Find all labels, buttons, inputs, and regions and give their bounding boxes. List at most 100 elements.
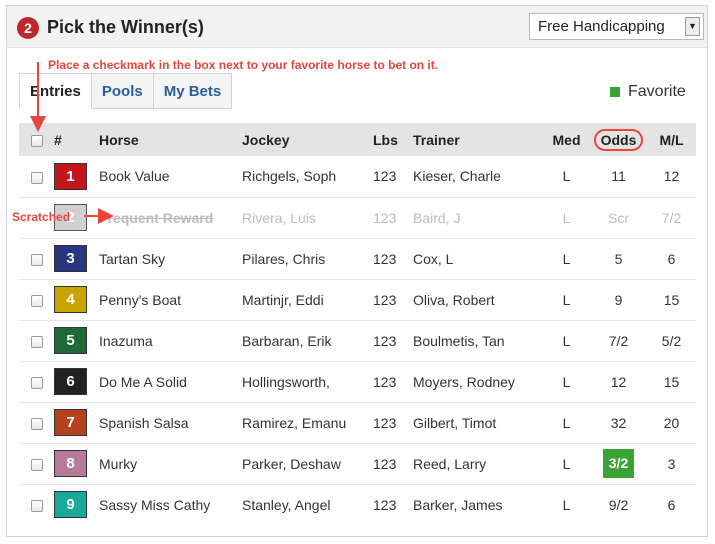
odds-cell: 9/2 (590, 484, 647, 525)
select-all-checkbox[interactable] (30, 134, 43, 147)
med-value: L (543, 156, 590, 198)
select-cell (19, 320, 54, 362)
post-position-badge: 7 (54, 409, 87, 436)
horse-name: Spanish Salsa (99, 402, 242, 444)
handicapping-dropdown[interactable]: Free Handicapping ▼ (529, 13, 704, 40)
odds-cell: 32 (590, 402, 647, 444)
tab-entries[interactable]: Entries (19, 73, 92, 109)
favorite-legend-label: Favorite (628, 83, 686, 100)
post-position-badge: 1 (54, 162, 87, 190)
post-position-badge: 4 (54, 286, 87, 313)
odds-value: 12 (610, 373, 627, 390)
select-cell (19, 156, 54, 198)
column-odds: Odds (593, 128, 644, 151)
odds-value: 9 (614, 291, 623, 308)
table-row: 7 Spanish Salsa Ramirez, Emanu 123 Gilbert, … (19, 402, 696, 444)
dropdown-arrow-icon[interactable]: ▼ (685, 17, 700, 36)
select-cell (19, 238, 54, 280)
odds-cell: 12 (590, 361, 647, 403)
odds-cell: 7/2 (590, 320, 647, 362)
horse-name: Book Value (99, 156, 242, 198)
select-horse-checkbox[interactable] (30, 458, 43, 471)
tab-bar: Entries Pools My Bets (19, 73, 233, 109)
odds-cell: 9 (590, 279, 647, 321)
jockey-name: Barbaran, Erik (242, 320, 373, 362)
post-position-cell: 3 (54, 238, 99, 280)
scratched-annotation: Scratched (12, 210, 71, 224)
jockey-name: Pilares, Chris (242, 238, 373, 280)
lbs-value: 123 (373, 443, 413, 485)
entries-table: # Horse Jockey Lbs Trainer Med Odds M/L … (19, 123, 696, 525)
lbs-value: 123 (373, 496, 397, 513)
post-position-badge: 3 (54, 245, 87, 272)
table-row: 9 Sassy Miss Cathy Stanley, Angel 123 Barker… (19, 484, 696, 525)
table-row: 1 Book Value Richgels, Soph 123 Kieser, Char… (19, 156, 696, 198)
trainer-name: Moyers, Rodney (413, 361, 543, 403)
morning-line-value: 7/2 (647, 197, 696, 239)
step-number-badge: 2 (17, 17, 39, 39)
med-value: L (543, 361, 590, 403)
table-row: 8 Murky Parker, Deshaw 123 Reed, Larry L 3/2 3 (19, 443, 696, 485)
odds-value: 5 (614, 250, 623, 267)
odds-value: Scr (608, 209, 629, 226)
column-horse: Horse (99, 123, 242, 156)
trainer-name: Gilbert, Timot (413, 402, 543, 444)
panel-header: 2 Pick the Winner(s) Free Handicapping ▼ (7, 6, 707, 48)
trainer-name: Baird, J (413, 197, 543, 239)
select-horse-checkbox[interactable] (30, 376, 43, 389)
morning-line-value: 6 (667, 496, 676, 513)
horse-name: Murky (99, 443, 242, 485)
select-horse-checkbox[interactable] (30, 171, 43, 184)
jockey-name: Richgels, Soph (242, 156, 373, 198)
lbs-value: 123 (373, 279, 413, 321)
select-horse-checkbox[interactable] (30, 253, 43, 266)
table-row: 4 Penny's Boat Martinjr, Eddi 123 Oliva, Rob… (19, 279, 696, 321)
post-position-badge: 6 (54, 368, 87, 395)
morning-line-value: 5/2 (647, 320, 696, 362)
lbs-value: 123 (373, 197, 413, 239)
tab-my-bets[interactable]: My Bets (153, 73, 233, 109)
post-position-cell: 5 (54, 320, 99, 362)
column-med: Med (543, 123, 590, 156)
jockey-name: Martinjr, Eddi (242, 279, 373, 321)
trainer-name: Reed, Larry (413, 443, 543, 485)
morning-line-value: 15 (647, 361, 696, 403)
tab-pools[interactable]: Pools (91, 73, 154, 109)
select-cell (19, 443, 54, 485)
table-row: 3 Tartan Sky Pilares, Chris 123 Cox, LL 5 6 (19, 238, 696, 280)
morning-line-value: 15 (647, 279, 696, 321)
column-odds-header: Odds (590, 123, 647, 156)
med-value: L (543, 320, 590, 362)
table-row: 5 Inazuma Barbaran, Erik 123 Boulmetis, Tan L… (19, 320, 696, 362)
column-jockey: Jockey (242, 123, 373, 156)
post-position-cell: 7 (54, 402, 99, 444)
post-position-badge: 5 (54, 327, 87, 354)
lbs-value: 123 (373, 320, 413, 362)
trainer-name: Cox, L (413, 238, 543, 280)
panel-title: Pick the Winner(s) (47, 17, 204, 37)
odds-cell: 11 (590, 156, 647, 198)
jockey-name: Hollingsworth, (242, 361, 373, 403)
med-value: L (543, 279, 590, 321)
post-position-cell: 1 (54, 156, 99, 198)
select-cell (19, 279, 54, 321)
odds-value: 32 (610, 414, 627, 431)
post-position-badge: 9 (54, 491, 87, 519)
med-value: L (543, 197, 590, 239)
pick-winner-panel: 2 Pick the Winner(s) Free Handicapping ▼… (6, 5, 708, 537)
trainer-name: Boulmetis, Tan (413, 320, 543, 362)
odds-value: 11 (611, 168, 626, 185)
post-position-badge: 8 (54, 450, 87, 477)
jockey-name: Rivera, Luis (242, 197, 373, 239)
column-ml: M/L (647, 123, 696, 156)
trainer-name: Barker, James (413, 496, 503, 513)
select-horse-checkbox[interactable] (30, 417, 43, 430)
select-horse-checkbox[interactable] (30, 500, 43, 513)
select-horse-checkbox[interactable] (30, 335, 43, 348)
med-value: L (562, 496, 571, 513)
horse-name: Frequent Reward (99, 197, 242, 239)
morning-line-value: 3 (647, 443, 696, 485)
select-all-header (19, 123, 54, 156)
entries-body: 1 Book Value Richgels, Soph 123 Kieser, Char… (19, 156, 696, 525)
select-horse-checkbox[interactable] (30, 294, 43, 307)
